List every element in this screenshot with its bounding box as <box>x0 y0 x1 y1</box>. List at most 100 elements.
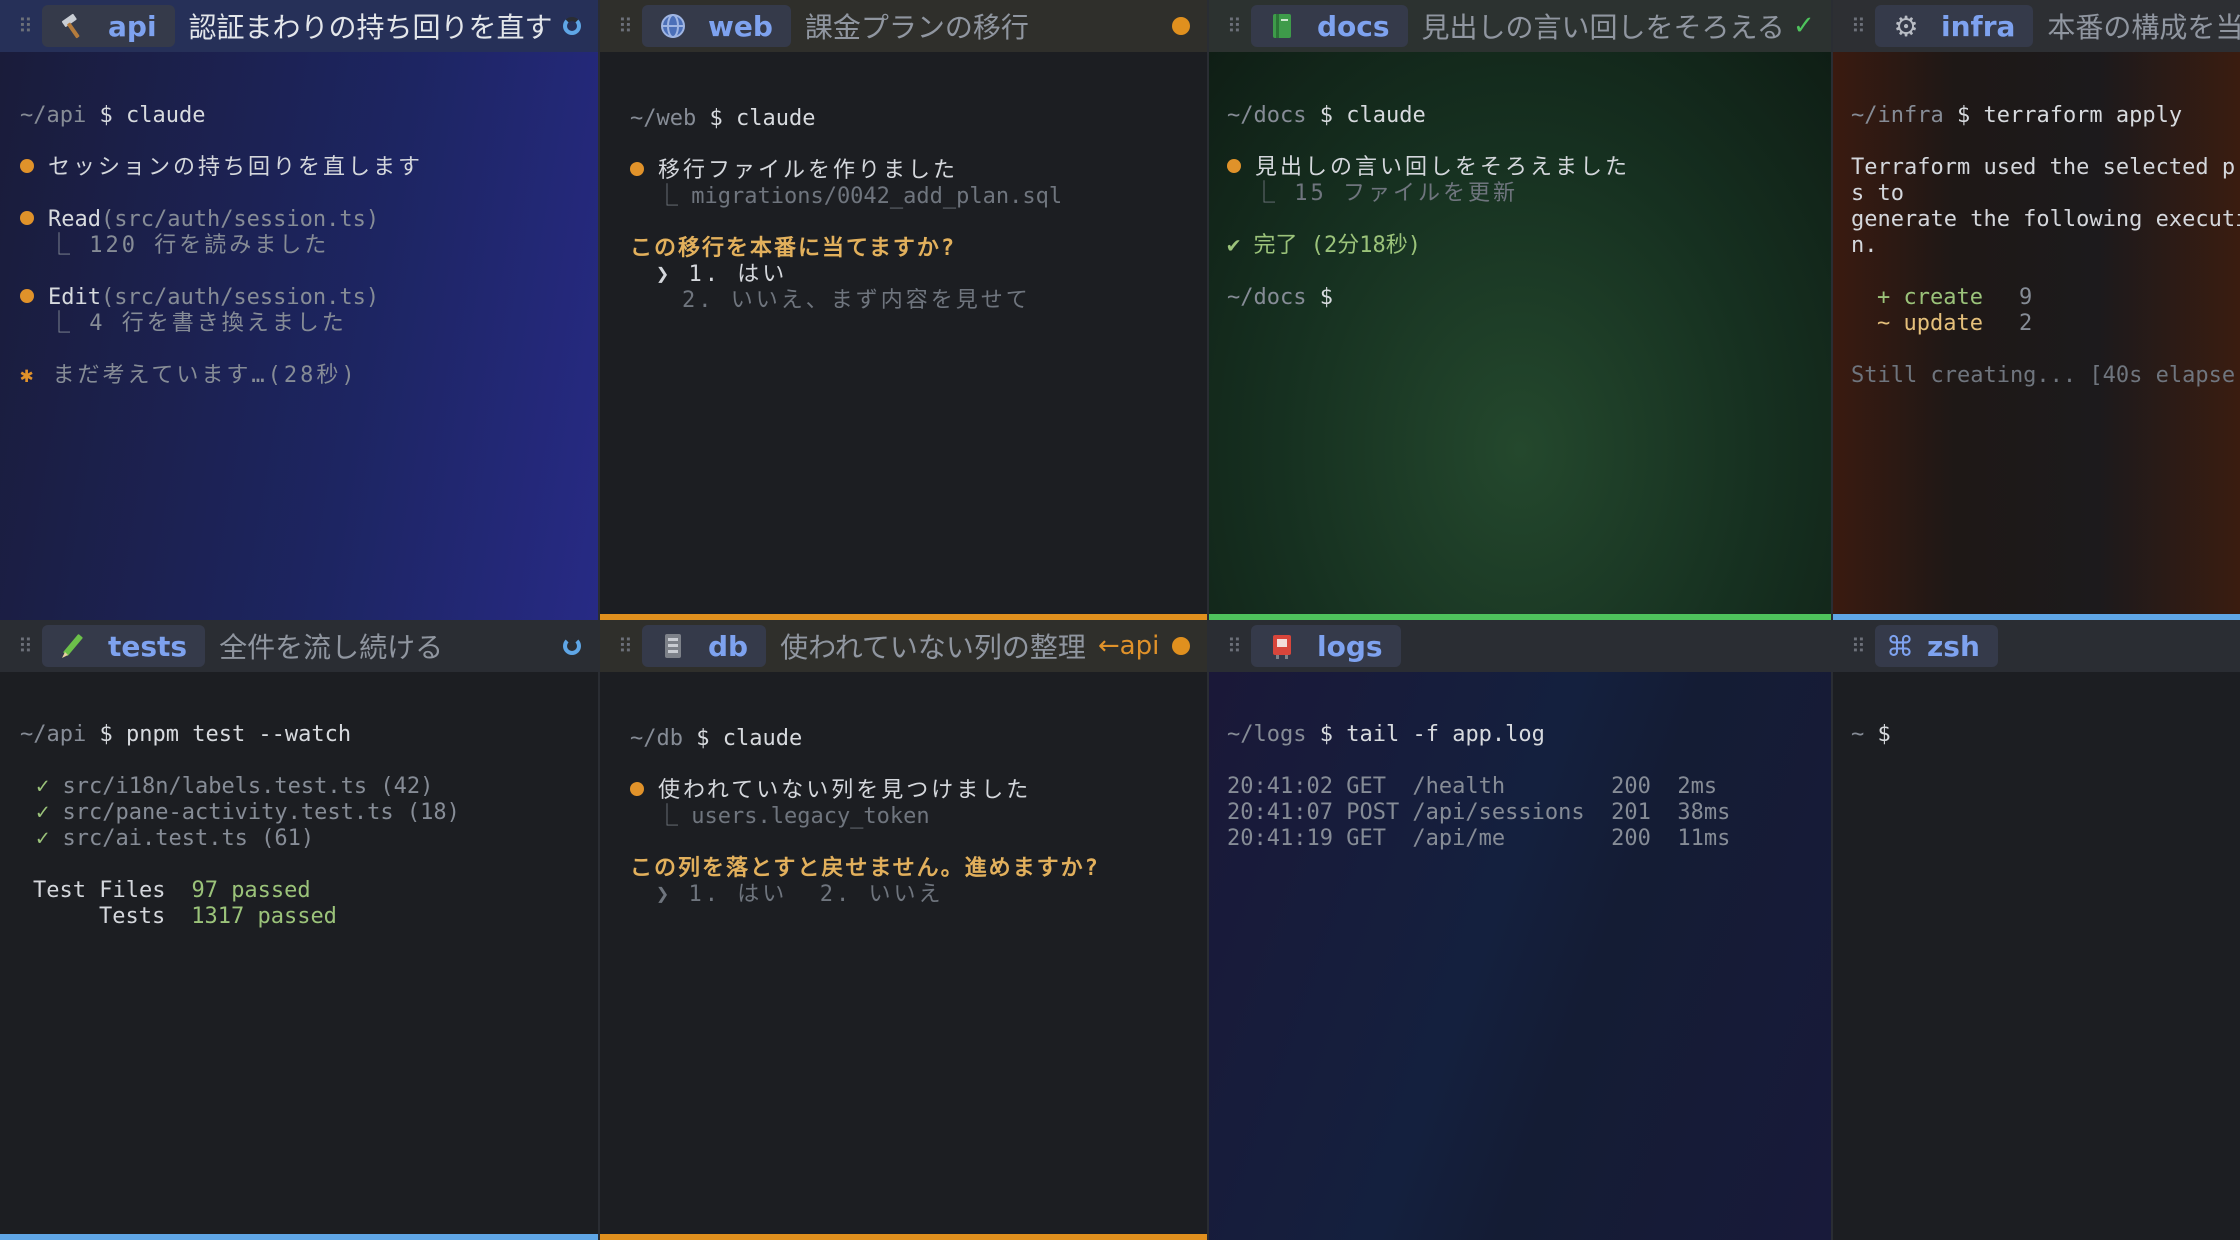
output-line: Terraform used the selected p <box>1851 155 2236 180</box>
pane-grid: ⠿ api 認証まわりの持ち回りを直す ~/api $ claude セッション… <box>0 0 2240 1240</box>
terminal-output[interactable]: ~/api $ pnpm test --watch ✓ src/i18n/lab… <box>0 672 598 1240</box>
message-line: 移行ファイルを作りました <box>658 158 959 183</box>
create-count: 9 <box>2018 285 2033 310</box>
update-label: ~ update <box>1877 311 1983 336</box>
prompt-symbol: $ <box>99 103 113 128</box>
pass-check-icon: ✓ <box>36 774 50 799</box>
command: claude <box>735 106 816 131</box>
terminal-output[interactable]: ~/logs $ tail -f app.log 20:41:02 GET /h… <box>1209 672 1831 1240</box>
thinking-star-icon: ✱ <box>20 363 37 388</box>
tool-result: ⎿ users.legacy_token <box>656 804 930 829</box>
globe-icon <box>656 9 690 43</box>
pane-tests[interactable]: ⠿ tests 全件を流し続ける ~/api $ pnpm test --wat… <box>0 620 600 1240</box>
prompt-symbol: $ <box>709 106 723 131</box>
terminal-output[interactable]: ~/infra $ terraform apply Terraform used… <box>1833 52 2240 620</box>
output-line: s to <box>1851 181 1904 206</box>
pane-tag[interactable]: db <box>642 625 767 667</box>
log-line: 20:41:02 GET /health 200 2ms <box>1227 774 1718 799</box>
pane-tag[interactable]: ⌘ zsh <box>1875 625 1998 667</box>
pane-header[interactable]: ⠿ db 使われていない列の整理 ←api <box>600 620 1207 672</box>
pane-header[interactable]: ⠿ logs <box>1209 620 1831 672</box>
terminal-output[interactable]: ~/api $ claude セッションの持ち回りを直します Read(src/… <box>0 52 598 620</box>
drag-handle-icon[interactable]: ⠿ <box>1851 16 1866 36</box>
command: tail -f app.log <box>1346 722 1545 747</box>
pane-name: tests <box>108 629 188 663</box>
pencil-icon <box>56 629 90 663</box>
pane-tag[interactable]: ⚙ infra <box>1875 5 2034 47</box>
book-icon <box>1265 9 1299 43</box>
test-file: src/i18n/labels.test.ts (42) <box>62 774 434 799</box>
summary-value: 1317 passed <box>191 904 337 929</box>
terminal-output[interactable]: ~/web $ claude 移行ファイルを作りました ⎿ migrations… <box>600 52 1207 620</box>
pass-check-icon: ✓ <box>36 826 50 851</box>
prompt-symbol: $ <box>1956 103 1971 128</box>
tool-result: ⎿ 15 ファイルを更新 <box>1253 181 1518 206</box>
pane-name: docs <box>1317 9 1390 43</box>
pane-tag[interactable]: logs <box>1251 625 1401 667</box>
pane-title: 全件を流し続ける <box>219 631 444 664</box>
pane-header[interactable]: ⠿ docs 見出しの言い回しをそろえる ✓ <box>1209 0 1831 52</box>
prompt-dir: ~/api <box>20 103 87 128</box>
command: claude <box>722 726 803 751</box>
pane-zsh[interactable]: ⠿ ⌘ zsh ~ $ <box>1833 620 2240 1240</box>
pane-tag[interactable]: web <box>642 5 791 47</box>
drag-handle-icon[interactable]: ⠿ <box>618 16 633 36</box>
message-line: 見出しの言い回しをそろえました <box>1255 155 1631 180</box>
pane-logs[interactable]: ⠿ logs ~/logs $ tail -f app.log 20:41:02… <box>1209 620 1833 1240</box>
pane-header[interactable]: ⠿ tests 全件を流し続ける <box>0 620 598 672</box>
pane-api[interactable]: ⠿ api 認証まわりの持ち回りを直す ~/api $ claude セッション… <box>0 0 600 620</box>
log-icon <box>1265 629 1299 663</box>
tool-arg: (src/auth/session.ts) <box>100 207 380 232</box>
prompt-dir: ~/docs <box>1227 103 1307 128</box>
drag-handle-icon[interactable]: ⠿ <box>618 636 633 656</box>
drag-handle-icon[interactable]: ⠿ <box>1851 636 1866 656</box>
confirm-options[interactable]: ❯ 1. はい 2. いいえ <box>656 881 943 909</box>
pane-tag[interactable]: tests <box>42 625 206 667</box>
pane-docs[interactable]: ⠿ docs 見出しの言い回しをそろえる ✓ ~/docs $ claude 見… <box>1209 0 1833 620</box>
tool-name: Edit <box>48 285 101 310</box>
drag-handle-icon[interactable]: ⠿ <box>18 636 33 656</box>
bullet-icon <box>20 159 34 173</box>
prompt-dir: ~ <box>1851 722 1865 747</box>
pane-infra[interactable]: ⠿ ⚙ infra 本番の構成を当て ~/infra $ terraform a… <box>1833 0 2240 620</box>
done-message: ✔ 完了 (2分18秒) <box>1227 233 1421 258</box>
prompt-dir: ~/api <box>20 722 87 747</box>
tool-result: ⎿ migrations/0042_add_plan.sql <box>656 184 1063 209</box>
tool-arg: (src/auth/session.ts) <box>100 285 380 310</box>
gear-icon: ⚙ <box>1893 9 1919 43</box>
drag-handle-icon[interactable]: ⠿ <box>18 16 33 36</box>
prompt-symbol: $ <box>1319 722 1333 747</box>
pane-tag[interactable]: docs <box>1251 5 1408 47</box>
pane-name: infra <box>1941 9 2016 43</box>
pane-header[interactable]: ⠿ web 課金プランの移行 <box>600 0 1207 52</box>
spinner-icon <box>560 14 584 38</box>
thinking-status: まだ考えています…(28秒) <box>52 363 358 388</box>
bullet-icon <box>1227 159 1241 173</box>
tool-result: ⎿ 4 行を書き換えました <box>48 311 347 336</box>
pane-header[interactable]: ⠿ ⚙ infra 本番の構成を当て <box>1833 0 2240 52</box>
pane-title: 見出しの言い回しをそろえる <box>1421 11 1785 44</box>
pane-db[interactable]: ⠿ db 使われていない列の整理 ←api ~/db $ claude 使われて… <box>600 620 1209 1240</box>
prompt-dir: ~/db <box>630 726 683 751</box>
drag-handle-icon[interactable]: ⠿ <box>1227 16 1242 36</box>
drag-handle-icon[interactable]: ⠿ <box>1227 636 1242 656</box>
pane-tag[interactable]: api <box>42 5 175 47</box>
option-yes[interactable]: ❯ 1. はい <box>656 261 787 289</box>
option-no[interactable]: 2. いいえ、まず内容を見せて <box>682 287 1031 315</box>
prompt-dir: ~/infra <box>1851 103 1944 128</box>
output-line: generate the following executi <box>1851 207 2240 232</box>
prompt-symbol: $ <box>1319 285 1333 310</box>
pane-header[interactable]: ⠿ ⌘ zsh <box>1833 620 2240 672</box>
terminal-output[interactable]: ~/docs $ claude 見出しの言い回しをそろえました ⎿ 15 ファイ… <box>1209 52 1831 620</box>
summary-value: 97 passed <box>191 878 311 903</box>
bullet-icon <box>20 289 34 303</box>
terminal-output[interactable]: ~/db $ claude 使われていない列を見つけました ⎿ users.le… <box>600 672 1207 1240</box>
link-badge[interactable]: ←api <box>1098 631 1159 661</box>
command: claude <box>1346 103 1426 128</box>
test-file: src/ai.test.ts (61) <box>62 826 315 851</box>
prompt-dir: ~/docs <box>1227 285 1307 310</box>
test-file: src/pane-activity.test.ts (18) <box>62 800 460 825</box>
terminal-output[interactable]: ~ $ <box>1833 672 2240 1240</box>
pane-web[interactable]: ⠿ web 課金プランの移行 ~/web $ claude 移行ファイルを作りま… <box>600 0 1209 620</box>
pane-header[interactable]: ⠿ api 認証まわりの持ち回りを直す <box>0 0 598 52</box>
